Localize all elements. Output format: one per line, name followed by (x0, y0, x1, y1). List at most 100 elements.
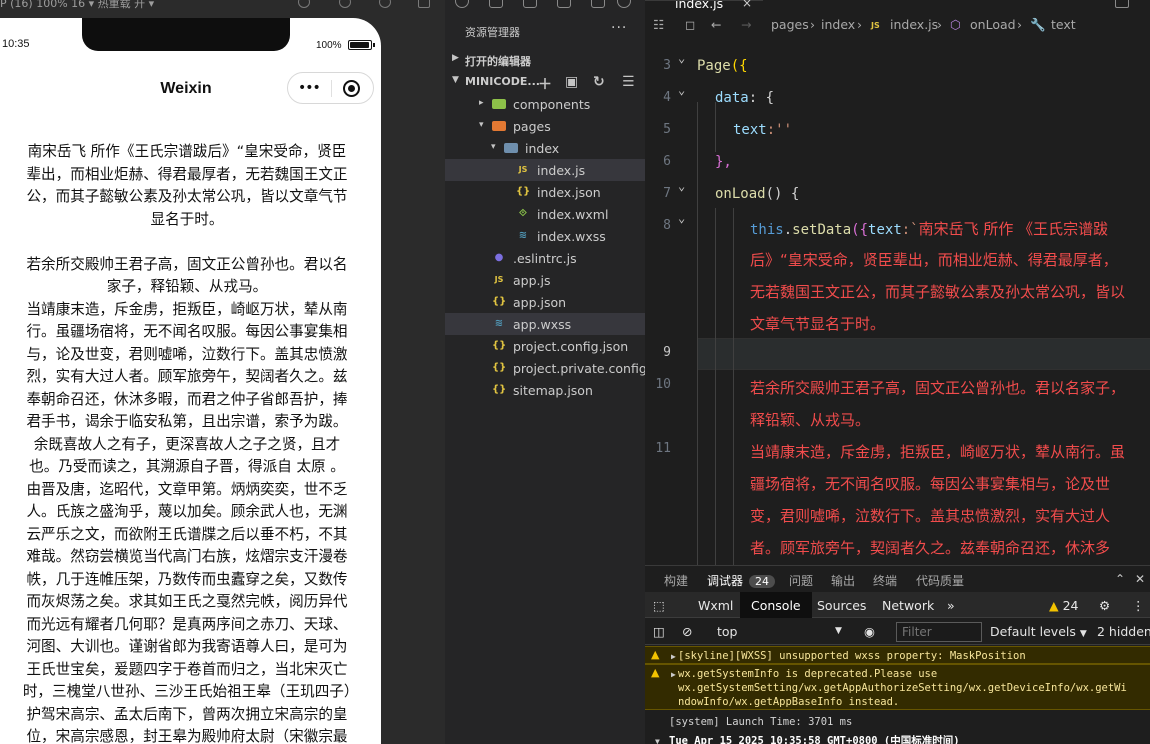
levels-dropdown[interactable]: Default levels ▼ (990, 624, 1087, 639)
expand-arrow-icon[interactable]: ▼ (655, 735, 660, 744)
fold-chevron-icon[interactable]: ⌄ (678, 51, 685, 65)
new-folder-icon[interactable]: ▣ (565, 74, 578, 90)
line-number: 7 (663, 186, 671, 201)
chevron-right-icon[interactable]: ▸ (479, 98, 484, 108)
tree-item[interactable]: ▾ index (445, 137, 645, 159)
breadcrumb-item[interactable]: index (821, 17, 855, 32)
close-panel-icon[interactable]: ✕ (1135, 572, 1145, 586)
filter-input[interactable] (896, 622, 982, 642)
back-arrow-icon[interactable]: ← (711, 17, 721, 32)
new-file-icon[interactable]: ＋ (538, 74, 552, 94)
console-message[interactable]: [system] Launch Time: 3701 ms (645, 713, 1150, 729)
mini-program-capsule[interactable]: ••• (287, 72, 374, 104)
bookmark-icon[interactable]: ◻ (685, 17, 695, 32)
extensions-icon[interactable] (557, 0, 571, 8)
breadcrumb-item[interactable]: pages (771, 17, 809, 32)
tree-item[interactable]: JS app.js (445, 269, 645, 291)
code-string-line: 当靖康末造，斥金虏，拒叛臣，崎岖万状，辇从南行。虽 (750, 443, 1126, 461)
tree-item[interactable]: {} sitemap.json (445, 379, 645, 401)
battery-percent: 100% (316, 40, 342, 51)
tree-item[interactable]: ≋ app.wxss (445, 313, 645, 335)
tab-problems[interactable]: 问题 (789, 572, 813, 589)
fold-chevron-icon[interactable]: ⌄ (678, 211, 685, 225)
tree-item[interactable]: ▸ components (445, 93, 645, 115)
simulator-device-label[interactable]: P (16) 100% 16 ▾ 热重载 开 ▾ (0, 0, 154, 11)
settings-gear-icon[interactable]: ⚙ (1099, 598, 1110, 613)
expand-arrow-icon[interactable]: ▶ (671, 650, 676, 664)
tab-network[interactable]: Network (882, 598, 934, 613)
fold-chevron-icon[interactable]: ⌄ (678, 179, 685, 193)
open-editors-section[interactable]: ▶ 打开的编辑器 (445, 49, 645, 71)
code-token: Page (697, 58, 731, 74)
console-message[interactable]: ▲ ▶ wx.getSystemInfo is deprecated.Please … (645, 664, 1150, 710)
chevron-down-icon[interactable]: ▾ (491, 142, 496, 152)
fold-chevron-icon[interactable]: ⌄ (678, 83, 685, 97)
list-icon[interactable]: ☷ (653, 17, 664, 32)
chevron-up-icon[interactable]: ⌃ (1115, 572, 1125, 586)
code-area[interactable]: 3 4 5 6 7 8 9 10 11 ⌄ ⌄ ⌄ ⌄ Page({ data:… (645, 46, 1150, 565)
more-dots-icon[interactable]: ••• (298, 80, 321, 96)
tree-item[interactable]: {} app.json (445, 291, 645, 313)
inspect-element-icon[interactable]: ⬚ (653, 598, 665, 613)
refresh-explorer-icon[interactable]: ↻ (593, 74, 605, 90)
tab-sources[interactable]: Sources (817, 598, 866, 613)
refresh-icon[interactable] (298, 0, 310, 8)
tree-item[interactable]: {} index.json (445, 181, 645, 203)
tab-debugger[interactable]: 调试器 24 (707, 572, 776, 595)
tree-item[interactable]: ⟐ index.wxml (445, 203, 645, 225)
breadcrumb-item[interactable]: index.js (890, 17, 938, 32)
more-tabs-icon[interactable]: » (947, 598, 955, 613)
warning-icon: ▲ (1049, 598, 1059, 613)
stop-icon[interactable] (339, 0, 351, 8)
eye-icon[interactable]: ◉ (864, 624, 875, 639)
clear-console-icon[interactable]: ⊘ (682, 624, 692, 639)
debug-icon[interactable] (489, 0, 503, 8)
tree-item[interactable]: ▾ pages (445, 115, 645, 137)
theme-icon[interactable] (617, 0, 631, 8)
chevron-right-icon: › (857, 17, 862, 32)
chevron-down-icon[interactable]: ▾ (479, 120, 484, 130)
close-icon[interactable]: × (742, 0, 752, 10)
record-circle-icon[interactable] (343, 80, 360, 97)
console-message[interactable]: ▼ Tue Apr 15 2025 10:35:58 GMT+0800 (中国标准… (645, 732, 1150, 744)
tree-item[interactable]: {} project.private.config.js... (445, 357, 673, 379)
expand-arrow-icon[interactable]: ▶ (671, 668, 676, 682)
tree-item-label: pages (513, 119, 551, 134)
breadcrumb-item[interactable]: onLoad (970, 17, 1016, 32)
line-number: 11 (655, 441, 671, 456)
tab-terminal[interactable]: 终端 (873, 572, 897, 589)
breadcrumb-item[interactable]: text (1051, 17, 1076, 32)
tab-index-js[interactable]: index.js × (645, 0, 763, 12)
kebab-menu-icon[interactable]: ⋮ (1132, 598, 1145, 613)
search-icon[interactable] (455, 0, 469, 8)
chevron-down-icon[interactable]: ▼ (835, 626, 842, 636)
window-icon[interactable] (379, 0, 391, 8)
forward-arrow-icon[interactable]: → (741, 17, 751, 32)
warning-counter[interactable]: ▲ 24 (1049, 598, 1079, 613)
tab-build[interactable]: 构建 (664, 572, 688, 589)
code-token: data (715, 90, 749, 106)
cloud-icon[interactable] (591, 0, 605, 8)
more-actions-icon[interactable]: ··· (611, 20, 627, 36)
detach-icon[interactable] (418, 0, 430, 8)
code-editor: index.js × ☷ ◻ ← → pages › index › JS in… (645, 0, 1150, 565)
tree-item[interactable]: {} project.config.json (445, 335, 645, 357)
tab-console[interactable]: Console (740, 592, 812, 618)
sidebar-toggle-icon[interactable]: ◫ (653, 624, 665, 639)
collapse-all-icon[interactable]: ☰ (622, 74, 635, 90)
line-number: 3 (663, 58, 671, 73)
tab-code-quality[interactable]: 代码质量 (916, 572, 964, 589)
tree-item[interactable]: JS index.js (445, 159, 645, 181)
context-select[interactable]: top (717, 624, 737, 639)
code-string-line: 若余所交殿帅王君子高，固文正公曾孙也。君以名家子， (750, 379, 1126, 397)
panel-tabs: 构建 调试器 24 问题 输出 终端 代码质量 ⌃ ✕ (645, 566, 1150, 595)
git-icon[interactable] (523, 0, 537, 8)
tree-item[interactable]: ● .eslintrc.js (445, 247, 645, 269)
tab-wxml[interactable]: Wxml (698, 598, 733, 613)
split-editor-icon[interactable] (1115, 0, 1129, 8)
project-section[interactable]: ▼ MINICODE... ＋ ▣ ↻ ☰ (445, 71, 645, 93)
tab-output[interactable]: 输出 (831, 572, 855, 589)
tree-item[interactable]: ≋ index.wxss (445, 225, 645, 247)
explorer-title: 资源管理器 (465, 26, 520, 39)
console-message[interactable]: ▲ ▶ [skyline][WXSS] unsupported wxss prope… (645, 646, 1150, 664)
